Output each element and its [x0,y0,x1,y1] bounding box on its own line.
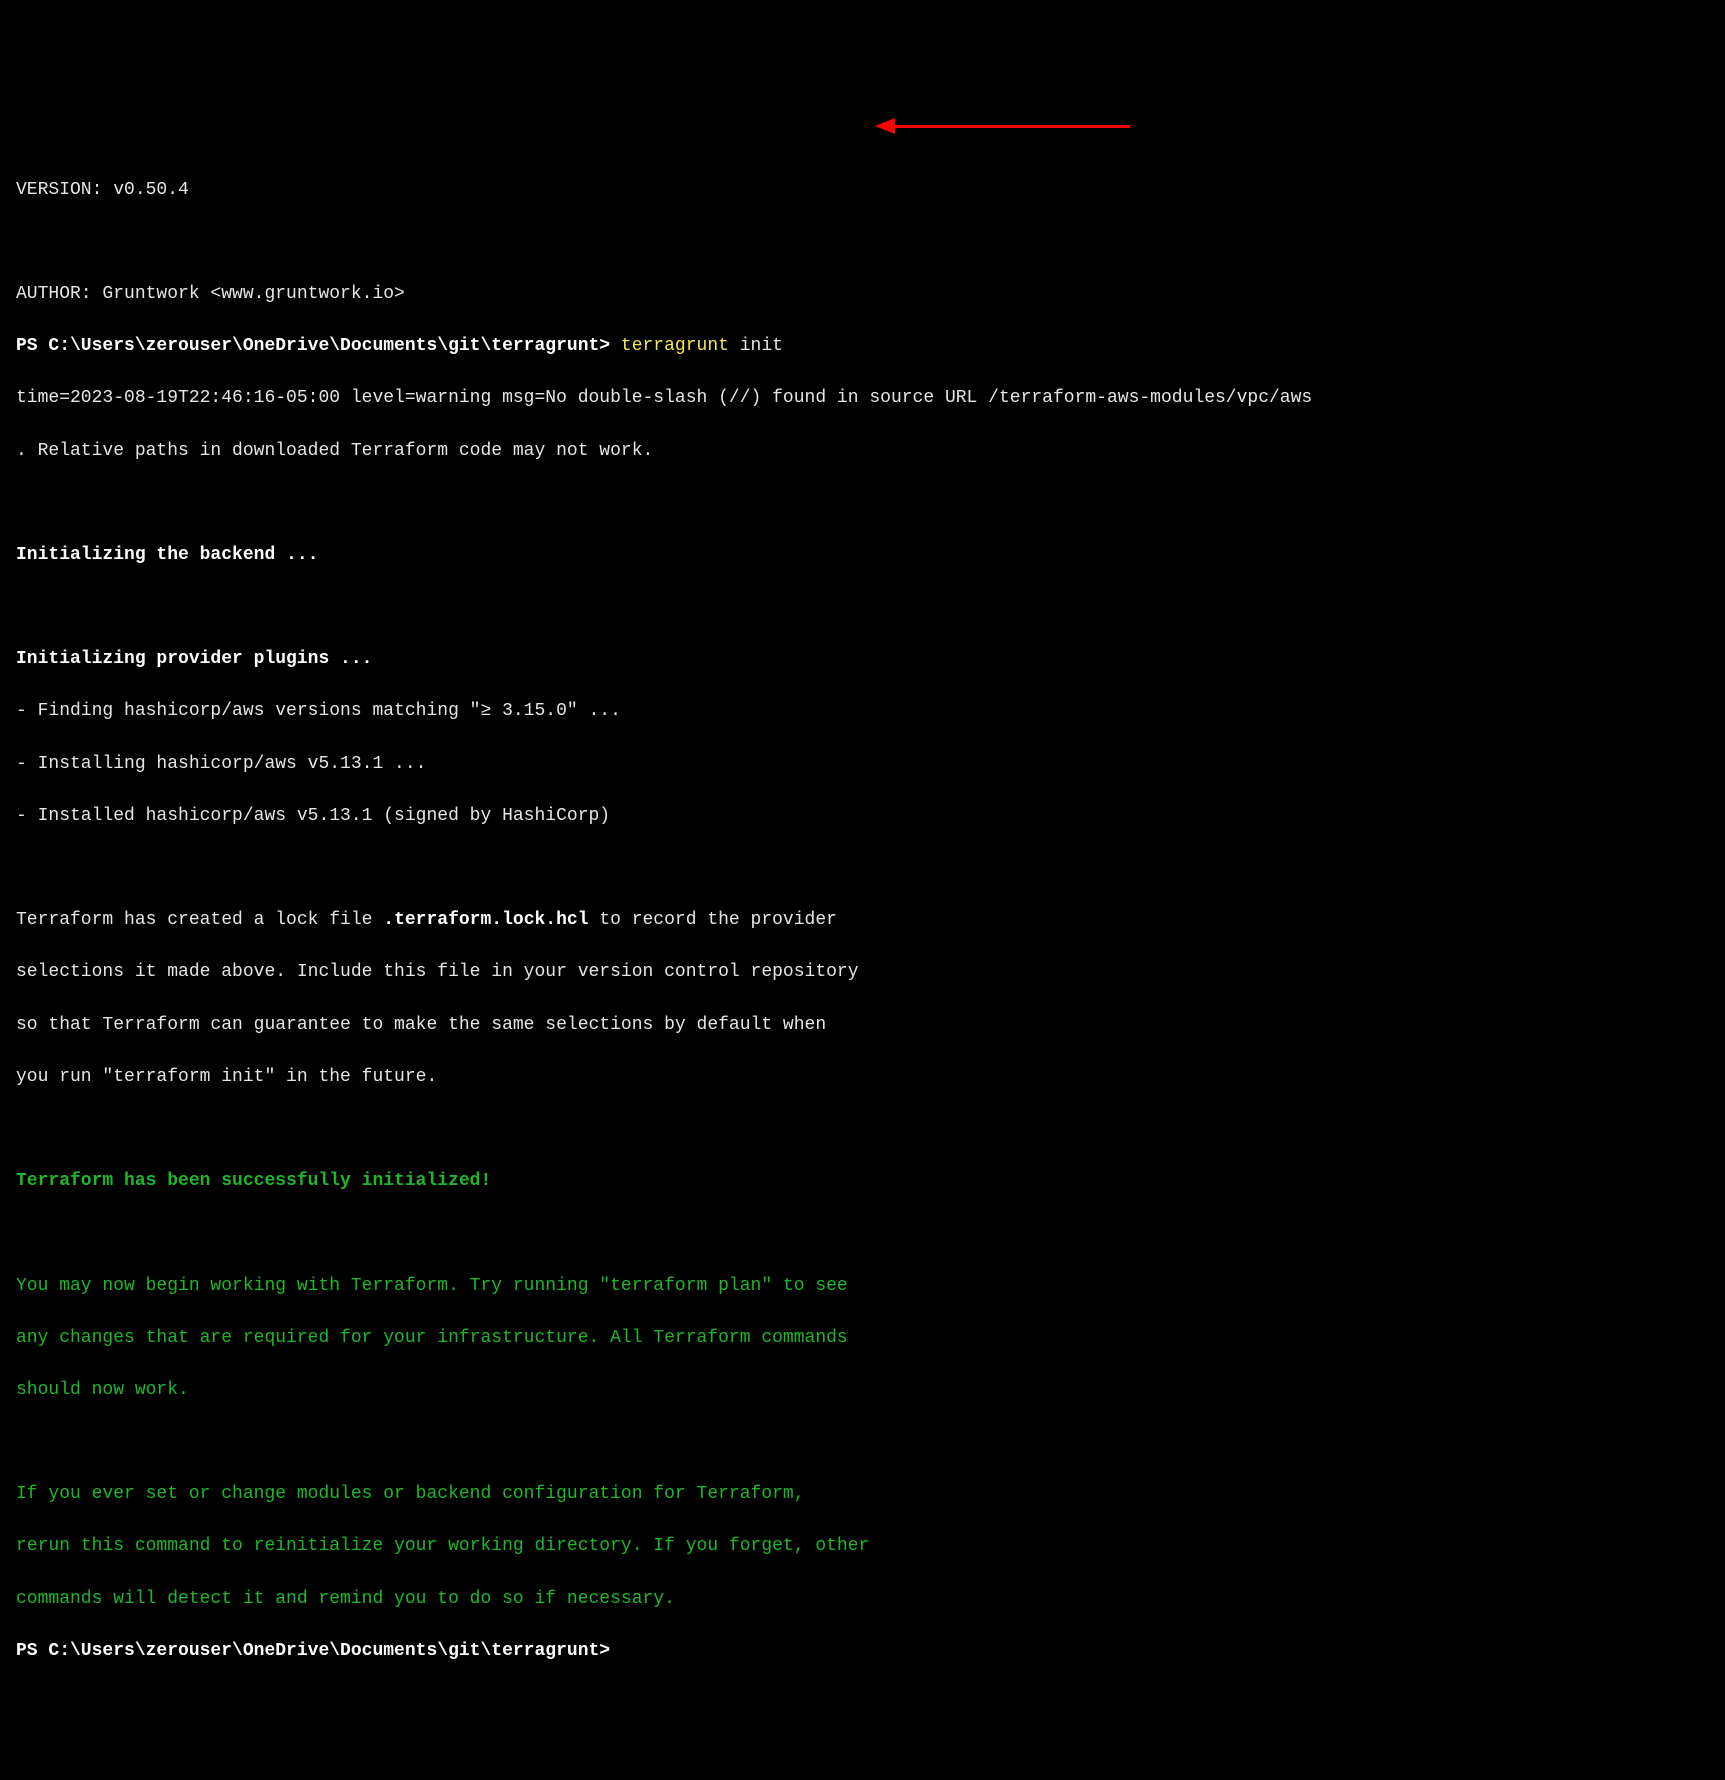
lockfile-line-3: so that Terraform can guarantee to make … [16,1012,1709,1038]
prompt-command-line: PS C:\Users\zerouser\OneDrive\Documents\… [16,333,1709,359]
blank-line [16,1116,1709,1142]
lockfile-line-2: selections it made above. Include this f… [16,959,1709,985]
advice-line-4: If you ever set or change modules or bac… [16,1481,1709,1507]
lockfile-line-4: you run "terraform init" in the future. [16,1064,1709,1090]
lockfile-text-a: Terraform has created a lock file [16,910,383,930]
prompt-path: PS C:\Users\zerouser\OneDrive\Documents\… [16,336,621,356]
blank-line [16,1220,1709,1246]
init-backend-line: Initializing the backend ... [16,542,1709,568]
terminal-output[interactable]: VERSION: v0.50.4 AUTHOR: Gruntwork <www.… [16,124,1709,1716]
lockfile-filename: .terraform.lock.hcl [383,910,588,930]
finding-line: - Finding hashicorp/aws versions matchin… [16,698,1709,724]
init-providers-line: Initializing provider plugins ... [16,646,1709,672]
advice-line-3: should now work. [16,1377,1709,1403]
installing-line: - Installing hashicorp/aws v5.13.1 ... [16,751,1709,777]
author-line: AUTHOR: Gruntwork <www.gruntwork.io> [16,281,1709,307]
blank-line [16,1429,1709,1455]
installed-line: - Installed hashicorp/aws v5.13.1 (signe… [16,803,1709,829]
blank-line [16,229,1709,255]
lockfile-line-1: Terraform has created a lock file .terra… [16,907,1709,933]
blank-line [16,594,1709,620]
warning-line-1: time=2023-08-19T22:46:16-05:00 level=war… [16,385,1709,411]
advice-line-5: rerun this command to reinitialize your … [16,1533,1709,1559]
prompt-line-2[interactable]: PS C:\Users\zerouser\OneDrive\Documents\… [16,1638,1709,1664]
advice-line-1: You may now begin working with Terraform… [16,1273,1709,1299]
command-args: init [729,336,783,356]
success-message: Terraform has been successfully initiali… [16,1168,1709,1194]
blank-line [16,490,1709,516]
advice-line-2: any changes that are required for your i… [16,1325,1709,1351]
advice-line-6: commands will detect it and remind you t… [16,1586,1709,1612]
warning-line-2: . Relative paths in downloaded Terraform… [16,438,1709,464]
blank-line [16,855,1709,881]
lockfile-text-b: to record the provider [589,910,837,930]
command-name: terragrunt [621,336,729,356]
version-line: VERSION: v0.50.4 [16,177,1709,203]
